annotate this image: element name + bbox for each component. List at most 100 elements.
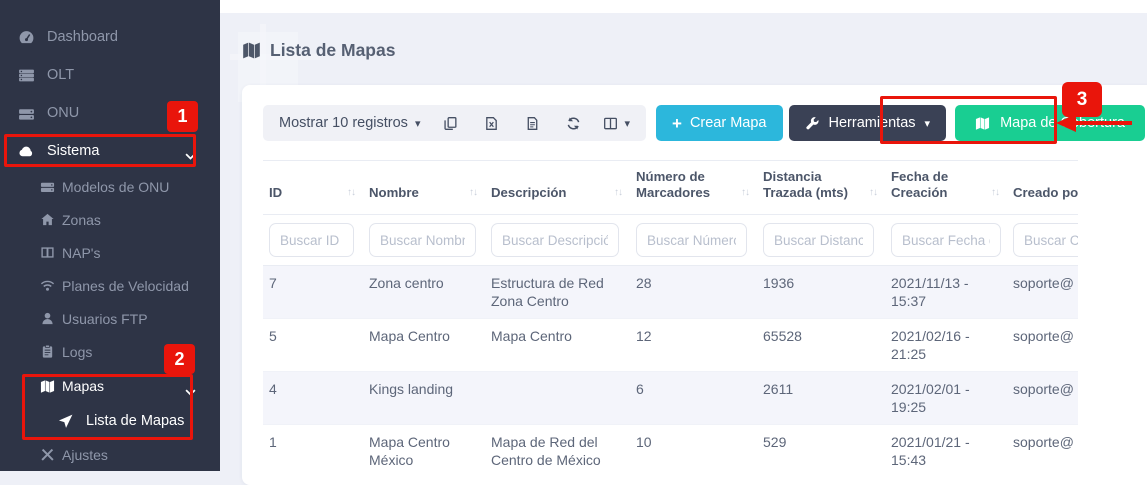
map-icon [242, 41, 261, 60]
table-row[interactable]: 5 Mapa Centro Mapa Centro 12 65528 2021/… [263, 319, 1078, 372]
sidebar-item-label: ONU [47, 105, 79, 121]
cell-descripcion [485, 372, 630, 425]
sidebar-item-olt[interactable]: OLT [0, 56, 220, 94]
cell-nombre: Kings landing [363, 372, 485, 425]
datatable-button-group: Mostrar 10 registros ▾ ▾ [263, 105, 646, 141]
filter-descripcion-input[interactable] [491, 223, 619, 257]
sidebar-item-label: Modelos de ONU [62, 179, 169, 195]
cell-id: 5 [263, 319, 363, 372]
sidebar-item-label: Ajustes [62, 447, 108, 463]
sidebar-item-naps[interactable]: NAP's [0, 236, 220, 269]
sidebar-item-ajustes[interactable]: Ajustes [0, 438, 220, 471]
page-length-select[interactable]: Mostrar 10 registros ▾ [279, 115, 420, 131]
page-title-text: Lista de Mapas [270, 40, 395, 61]
chevron-down-icon: ▾ [624, 117, 630, 130]
cell-creado: soporte@ [1007, 319, 1078, 372]
page-title: Lista de Mapas [242, 40, 395, 61]
maps-list-card: Mostrar 10 registros ▾ ▾ + Crear Mapa [242, 85, 1147, 485]
device-icon [18, 105, 35, 122]
sort-icon[interactable]: ↑↓ [614, 185, 622, 201]
cell-creado: soporte@ [1007, 372, 1078, 425]
tools-icon [40, 447, 55, 462]
cell-distancia: 529 [757, 425, 885, 478]
top-navbar [220, 0, 1147, 13]
cell-nombre: Mapa Centro [363, 319, 485, 372]
sidebar-item-dashboard[interactable]: Dashboard [0, 18, 220, 56]
cell-descripcion: Estructura de Red Zona Centro [485, 266, 630, 319]
filter-distancia-input[interactable] [763, 223, 874, 257]
columns-toggle-icon [603, 116, 618, 131]
annotation-arrow [1074, 121, 1132, 125]
plus-icon: + [672, 115, 682, 132]
clipboard-icon [40, 344, 55, 359]
excel-icon [484, 116, 499, 131]
annotation-box-step1 [4, 134, 196, 167]
column-header-descripcion[interactable]: Descripción↑↓ [485, 161, 630, 215]
sidebar-item-usuarios-ftp[interactable]: Usuarios FTP [0, 302, 220, 335]
cell-id: 4 [263, 372, 363, 425]
cell-nombre: Zona centro [363, 266, 485, 319]
sidebar-item-label: Zonas [62, 212, 101, 228]
column-visibility-button[interactable]: ▾ [603, 112, 630, 134]
cell-distancia: 2611 [757, 372, 885, 425]
sort-icon[interactable]: ↑↓ [991, 185, 999, 201]
annotation-badge-step2: 2 [164, 344, 195, 374]
wrench-icon [805, 116, 820, 131]
cell-marcadores: 28 [630, 266, 757, 319]
column-header-marcadores[interactable]: Número de Marcadores↑↓ [630, 161, 757, 215]
cell-fecha: 2021/01/21 - 15:43 [885, 425, 1007, 478]
sidebar-item-zonas[interactable]: Zonas [0, 203, 220, 236]
annotation-arrow-head [1056, 114, 1076, 132]
refresh-button[interactable] [562, 112, 584, 134]
user-icon [40, 311, 55, 326]
cell-descripcion: Mapa de Red del Centro de México [485, 425, 630, 478]
cell-fecha: 2021/02/01 - 19:25 [885, 372, 1007, 425]
sidebar-item-label: Planes de Velocidad [62, 278, 189, 294]
column-header-distancia[interactable]: Distancia Trazada (mts)↑↓ [757, 161, 885, 215]
sort-icon[interactable]: ↑↓ [347, 185, 355, 201]
sidebar-item-label: Logs [62, 344, 92, 360]
sidebar-item-label: NAP's [62, 245, 100, 261]
column-header-nombre[interactable]: Nombre↑↓ [363, 161, 485, 215]
filter-creado-input[interactable] [1013, 223, 1078, 257]
device-icon [40, 179, 55, 194]
sort-icon[interactable]: ↑↓ [869, 185, 877, 201]
column-header-id[interactable]: ID↑↓ [263, 161, 363, 215]
annotation-badge-step3: 3 [1062, 82, 1102, 117]
home-icon [40, 212, 55, 227]
sidebar-item-modelos-de-onu[interactable]: Modelos de ONU [0, 170, 220, 203]
file-icon [525, 116, 540, 131]
crear-mapa-button[interactable]: + Crear Mapa [656, 105, 783, 141]
column-header-fecha[interactable]: Fecha de Creación↑↓ [885, 161, 1007, 215]
copy-button[interactable] [439, 112, 461, 134]
cell-fecha: 2021/02/16 - 21:25 [885, 319, 1007, 372]
file-export-button[interactable] [521, 112, 543, 134]
cell-marcadores: 6 [630, 372, 757, 425]
column-header-creado-por[interactable]: Creado por [1007, 161, 1078, 215]
table-row[interactable]: 4 Kings landing 6 2611 2021/02/01 - 19:2… [263, 372, 1078, 425]
gauge-icon [18, 29, 35, 46]
table-row[interactable]: 1 Mapa Centro México Mapa de Red del Cen… [263, 425, 1078, 478]
annotation-badge-step1: 1 [167, 101, 198, 132]
table-row[interactable]: 7 Zona centro Estructura de Red Zona Cen… [263, 266, 1078, 319]
filter-id-input[interactable] [269, 223, 354, 257]
excel-export-button[interactable] [480, 112, 502, 134]
sort-icon[interactable]: ↑↓ [469, 185, 477, 201]
cell-creado: soporte@ [1007, 425, 1078, 478]
sidebar-item-label: Usuarios FTP [62, 311, 148, 327]
sidebar-item-label: OLT [47, 67, 74, 83]
filter-nombre-input[interactable] [369, 223, 476, 257]
cell-fecha: 2021/11/13 - 15:37 [885, 266, 1007, 319]
filter-fecha-input[interactable] [891, 223, 1001, 257]
annotation-box-step2 [22, 374, 193, 440]
filter-marcadores-input[interactable] [636, 223, 747, 257]
wifi-icon [40, 278, 55, 293]
sort-icon[interactable]: ↑↓ [741, 185, 749, 201]
cell-marcadores: 12 [630, 319, 757, 372]
cell-marcadores: 10 [630, 425, 757, 478]
cell-nombre: Mapa Centro México [363, 425, 485, 478]
columns-icon [40, 245, 55, 260]
maps-table: ID↑↓ Nombre↑↓ Descripción↑↓ Número de Ma… [263, 160, 1078, 477]
sidebar-item-planes-de-velocidad[interactable]: Planes de Velocidad [0, 269, 220, 302]
cell-distancia: 65528 [757, 319, 885, 372]
